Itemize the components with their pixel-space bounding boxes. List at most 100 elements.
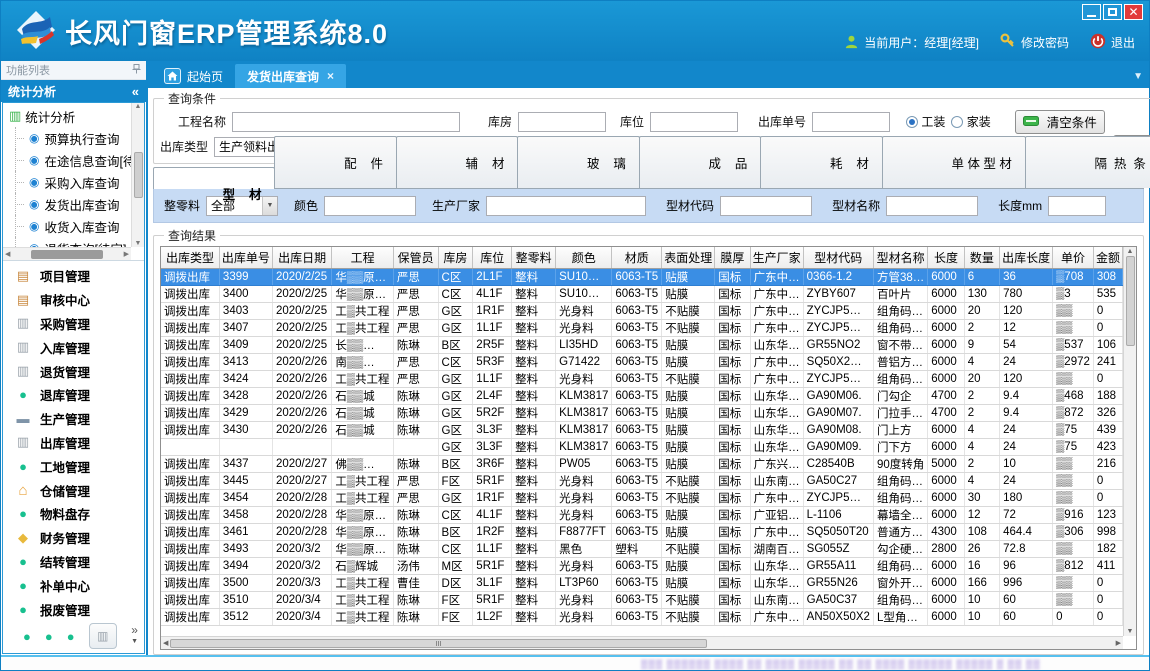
sidebar-menu-item[interactable]: ◆ 财务管理 [15,528,144,547]
color-input[interactable] [324,196,416,216]
column-header[interactable]: 保管员 [393,247,438,268]
column-header[interactable]: 颜色 [556,247,612,268]
column-header[interactable]: 生产厂家 [750,247,803,268]
column-header[interactable]: 数量 [964,247,999,268]
module-dot-icon[interactable]: ● [45,629,53,644]
column-header[interactable]: 出库类型 [161,247,219,268]
tree-item[interactable]: ◉ 在途信息查询[待 [3,149,131,171]
maximize-button[interactable] [1103,4,1122,20]
radio-selected-icon[interactable] [906,116,918,128]
table-row[interactable]: G区3L3F整料KLM38176063-T5贴膜国标山东华…GA90M09.门下… [161,438,1123,455]
sidebar-menu-item[interactable]: ▤ 项目管理 [15,266,144,285]
active-module-button[interactable]: ▥ [89,623,117,649]
material-tab[interactable]: 单 体 型 材 [882,136,1026,188]
column-header[interactable]: 库位 [473,247,512,268]
material-tab[interactable]: 耗 材 [760,136,882,188]
sidebar-menu-item[interactable]: ▤ 审核中心 [15,290,144,309]
radio-unselected-icon[interactable] [951,116,963,128]
change-password-button[interactable]: 修改密码 [1000,33,1069,52]
tab-home[interactable]: 起始页 [152,64,235,88]
scroll-left-icon[interactable]: ◀ [5,250,10,258]
table-row[interactable]: 调拨出库34372020/2/27佛▒▒…陈琳B区3R6F整料PW056063-… [161,455,1123,472]
dropdown-arrow-icon[interactable]: ▼ [262,197,277,215]
scrollbar-thumb[interactable] [1126,256,1135,346]
collapse-icon[interactable]: « [132,84,139,99]
sidebar-menu-item[interactable]: ▥ 入库管理 [15,338,144,357]
tab-list-dropdown-icon[interactable]: ▼ [1133,71,1143,82]
column-header[interactable]: 出库单号 [219,247,272,268]
sidebar-menu-item[interactable]: ▥ 采购管理 [15,314,144,333]
table-row[interactable]: 调拨出库34092020/2/25长▒▒…陈琳B区2R5F整料LI35HD606… [161,336,1123,353]
sidebar-menu-item[interactable]: ● 报废管理 [15,600,144,619]
tree-root-node[interactable]: ▥ 统计分析 [3,105,131,127]
scroll-right-icon[interactable]: ▶ [124,250,129,258]
length-input[interactable] [1048,196,1106,216]
sidebar-menu-item[interactable]: ⌂ 仓储管理 [15,481,144,500]
scroll-up-icon[interactable]: ▲ [135,103,142,110]
material-tab[interactable]: 隔 热 条 [1025,136,1150,188]
column-header[interactable]: 工程 [332,247,393,268]
profile-code-input[interactable] [720,196,812,216]
tree-item[interactable]: ◉ 预算执行查询 [3,127,131,149]
column-header[interactable]: 金额 [1093,247,1122,268]
minimize-button[interactable] [1082,4,1101,20]
menu-overflow-button[interactable]: »▼ [131,626,138,646]
material-tab[interactable]: 型 材 [153,167,275,189]
column-header[interactable]: 出库日期 [272,247,331,268]
column-header[interactable]: 膜厚 [715,247,750,268]
table-row[interactable]: 调拨出库34292020/2/26石▒▒城陈琳G区5R2F整料KLM381760… [161,404,1123,421]
profile-name-input[interactable] [886,196,978,216]
project-name-input[interactable] [232,112,460,132]
location-input[interactable] [650,112,738,132]
column-header[interactable]: 整零料 [512,247,556,268]
radio-gongzhuang[interactable]: 工装 [906,113,945,130]
material-tab[interactable]: 配 件 [274,136,396,188]
tree-item[interactable]: ◉ 退货查询[待定] [3,237,131,247]
grid-horizontal-scrollbar[interactable]: ◀ ▶ [161,636,1123,649]
scrollbar-thumb[interactable] [170,639,706,648]
factory-input[interactable] [486,196,646,216]
sidebar-menu-item[interactable]: ● 退库管理 [15,385,144,404]
warehouse-input[interactable] [518,112,606,132]
column-header[interactable]: 单价 [1053,247,1094,268]
scroll-up-icon[interactable]: ▲ [1127,248,1134,255]
sidebar-menu-item[interactable]: ● 补单中心 [15,576,144,595]
tree-item[interactable]: ◉ 采购入库查询 [3,171,131,193]
table-row[interactable]: 调拨出库34132020/2/26南▒▒…严思C区5R3F整料G71422606… [161,353,1123,370]
table-row[interactable]: 调拨出库34452020/2/27工▒共工程严思F区5R1F整料光身料6063-… [161,472,1123,489]
table-row[interactable]: 调拨出库34002020/2/25华▒▒原…严思C区4L1F整料SU10…606… [161,285,1123,302]
column-header[interactable]: 长度 [928,247,964,268]
grid-vertical-scrollbar[interactable]: ▲ ▼ [1123,247,1136,636]
material-tab[interactable]: 成 品 [639,136,761,188]
order-no-input[interactable] [812,112,890,132]
material-tab[interactable]: 玻 璃 [517,136,639,188]
scroll-down-icon[interactable]: ▼ [135,240,142,247]
table-row[interactable]: 调拨出库33992020/2/25华▒▒原…严思C区2L1F整料SU10…606… [161,268,1123,285]
tree-item[interactable]: ◉ 收货入库查询 [3,215,131,237]
table-row[interactable]: 调拨出库34932020/3/2华▒▒原…陈琳C区1L1F整料黑色塑料不贴膜国标… [161,540,1123,557]
tree-item[interactable]: ◉ 发货出库查询 [3,193,131,215]
column-header[interactable]: 出库长度 [1000,247,1053,268]
table-row[interactable]: 调拨出库34242020/2/26工▒共工程严思G区1L1F整料光身料6063-… [161,370,1123,387]
tab-close-icon[interactable]: × [327,69,334,83]
sidebar-menu-item[interactable]: ▥ 出库管理 [15,433,144,452]
column-header[interactable]: 型材代码 [803,247,873,268]
scroll-left-icon[interactable]: ◀ [163,639,168,647]
column-header[interactable]: 表面处理 [662,247,715,268]
clear-conditions-button[interactable]: 清空条件 [1015,110,1105,134]
column-header[interactable]: 型材名称 [873,247,927,268]
table-row[interactable]: 调拨出库34542020/2/28工▒共工程严思G区1R1F整料光身料6063-… [161,489,1123,506]
module-dot-icon[interactable]: ● [23,629,31,644]
close-button[interactable]: ✕ [1124,4,1143,20]
scrollbar-thumb[interactable] [134,152,143,198]
sidebar-menu-item[interactable]: ▬ 生产管理 [15,409,144,428]
sidebar-menu-item[interactable]: ● 结转管理 [15,552,144,571]
sidebar-menu-item[interactable]: ▥ 退货管理 [15,362,144,381]
radio-jiazhuang[interactable]: 家装 [951,113,990,130]
sidebar-menu-item[interactable]: ● 工地管理 [15,457,144,476]
table-row[interactable]: 调拨出库34302020/2/26石▒▒城陈琳G区3L3F整料KLM381760… [161,421,1123,438]
table-row[interactable]: 调拨出库34612020/2/28华▒▒原…陈琳B区1R2F整料F8877FT6… [161,523,1123,540]
table-row[interactable]: 调拨出库35122020/3/4工▒共工程陈琳F区1L2F整料光身料6063-T… [161,608,1123,625]
table-row[interactable]: 调拨出库34582020/2/28华▒▒原…陈琳C区4L1F整料光身料6063-… [161,506,1123,523]
material-tab[interactable]: 辅 材 [396,136,518,188]
